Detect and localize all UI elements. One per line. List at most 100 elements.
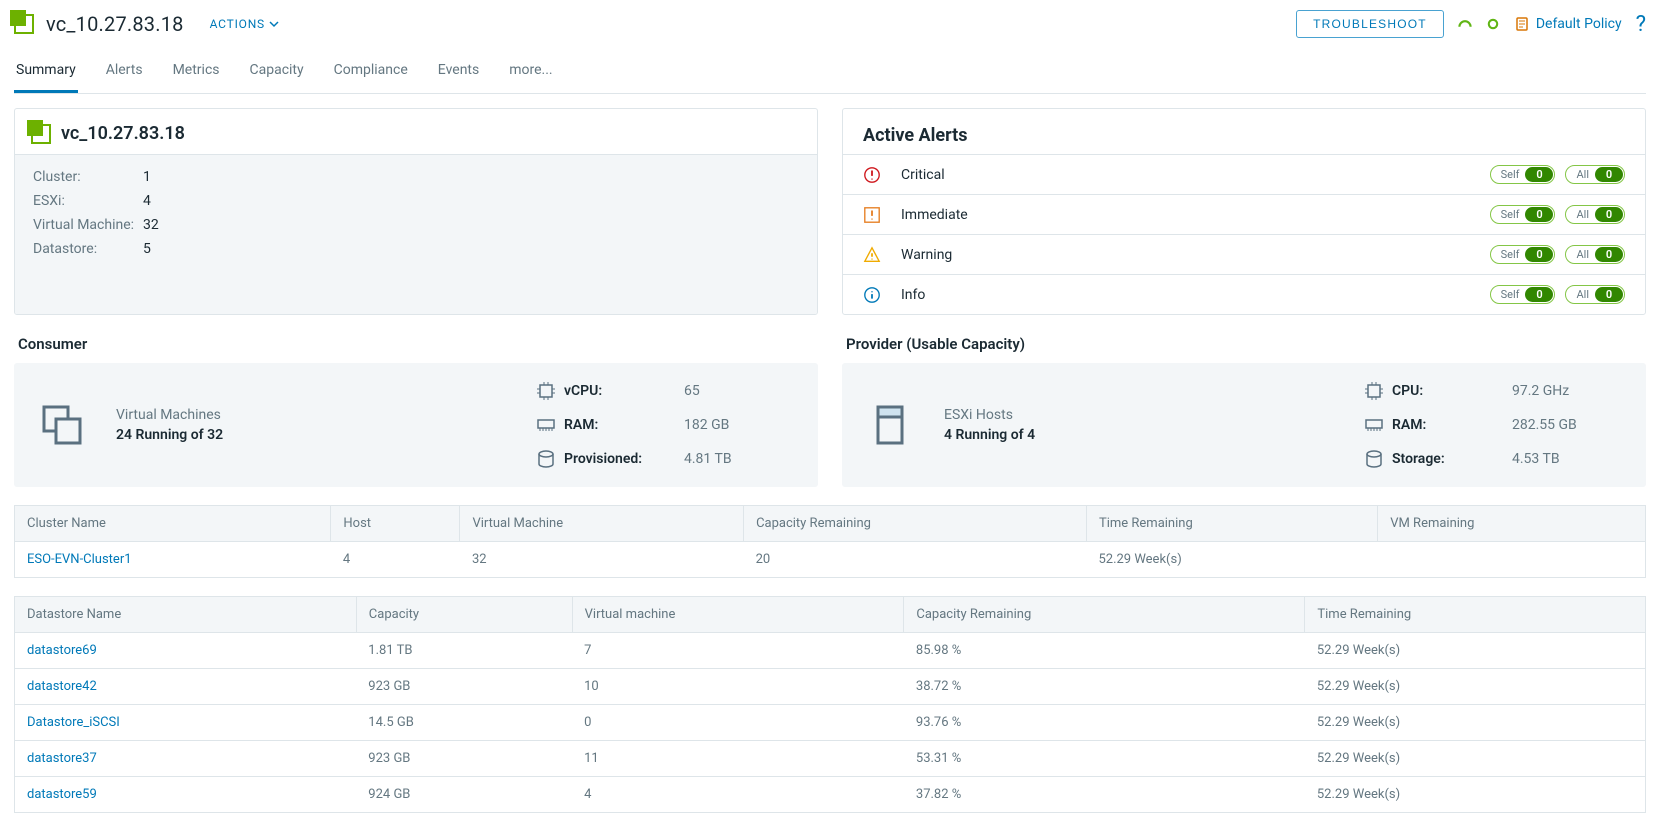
cell: 52.29 Week(s) (1305, 777, 1646, 813)
tab-metrics[interactable]: Metrics (171, 52, 222, 93)
cell: 4 (331, 542, 460, 578)
alert-name: Immediate (901, 207, 968, 223)
cell: 38.72 % (904, 669, 1305, 705)
all-pill[interactable]: All0 (1565, 165, 1625, 184)
tab-bar: Summary Alerts Metrics Capacity Complian… (14, 52, 1646, 94)
consumer-lead-title: Virtual Machines (116, 407, 223, 423)
provider-panel: ESXi Hosts 4 Running of 4 CPU: 97.2 GHz … (842, 363, 1646, 487)
help-icon[interactable]: ? (1636, 12, 1646, 37)
column-header[interactable]: Time Remaining (1086, 506, 1377, 542)
all-pill[interactable]: All0 (1565, 245, 1625, 264)
column-header[interactable]: Virtual Machine (460, 506, 744, 542)
consumer-section: Consumer Virtual Machines 24 Running of … (14, 315, 818, 487)
cell: 4 (572, 777, 904, 813)
cell: 52.29 Week(s) (1305, 669, 1646, 705)
cell: 85.98 % (904, 633, 1305, 669)
cell: 93.76 % (904, 705, 1305, 741)
column-header[interactable]: Host (331, 506, 460, 542)
actions-label: ACTIONS (210, 17, 265, 31)
row-name-cell[interactable]: datastore59 (15, 777, 357, 813)
alert-name: Critical (901, 167, 945, 183)
storage-icon (1364, 449, 1384, 469)
default-policy-link[interactable]: Default Policy (1514, 16, 1622, 32)
provider-title: Provider (Usable Capacity) (846, 335, 1642, 353)
policy-label: Default Policy (1536, 16, 1622, 32)
column-header[interactable]: VM Remaining (1378, 506, 1646, 542)
stat-value: 65 (684, 383, 794, 399)
provider-lead-title: ESXi Hosts (944, 407, 1035, 423)
cell: 53.31 % (904, 741, 1305, 777)
stat-label: vCPU: (564, 383, 684, 399)
column-header[interactable]: Time Remaining (1305, 597, 1646, 633)
all-pill[interactable]: All0 (1565, 205, 1625, 224)
datastores-table: Datastore NameCapacityVirtual machineCap… (14, 596, 1646, 813)
tab-more[interactable]: more... (507, 52, 554, 93)
tab-alerts[interactable]: Alerts (104, 52, 145, 93)
self-pill[interactable]: Self0 (1490, 165, 1556, 184)
tab-compliance[interactable]: Compliance (332, 52, 410, 93)
cell: 52.29 Week(s) (1305, 741, 1646, 777)
tab-events[interactable]: Events (436, 52, 481, 93)
cell: 32 (460, 542, 744, 578)
row-name-cell[interactable]: datastore42 (15, 669, 357, 705)
cell: 0 (572, 705, 904, 741)
alert-row-immediate: Immediate Self0 All0 (843, 194, 1645, 234)
column-header[interactable]: Cluster Name (15, 506, 331, 542)
cell: 52.29 Week(s) (1086, 542, 1377, 578)
self-pill[interactable]: Self0 (1490, 205, 1556, 224)
cell: 52.29 Week(s) (1305, 705, 1646, 741)
vm-icon (38, 401, 86, 449)
column-header[interactable]: Capacity (356, 597, 572, 633)
immediate-icon (863, 206, 881, 224)
status-indicator-2[interactable] (1486, 17, 1500, 31)
column-header[interactable]: Capacity Remaining (744, 506, 1087, 542)
kv-val: 5 (143, 241, 203, 257)
table-row: datastore37923 GB1153.31 %52.29 Week(s) (15, 741, 1646, 777)
host-icon (866, 401, 914, 449)
tab-summary[interactable]: Summary (14, 52, 78, 93)
stat-label: RAM: (1392, 417, 1512, 433)
all-pill[interactable]: All0 (1565, 285, 1625, 304)
cell (1378, 542, 1646, 578)
stat-label: Storage: (1392, 451, 1512, 467)
tab-capacity[interactable]: Capacity (248, 52, 306, 93)
stat-value: 97.2 GHz (1512, 383, 1622, 399)
row-name-cell[interactable]: ESO-EVN-Cluster1 (15, 542, 331, 578)
row-name-cell[interactable]: datastore37 (15, 741, 357, 777)
kv-key: Virtual Machine: (33, 217, 143, 233)
cell: 923 GB (356, 669, 572, 705)
cell: 7 (572, 633, 904, 669)
provider-section: Provider (Usable Capacity) ESXi Hosts 4 … (842, 315, 1646, 487)
column-header[interactable]: Virtual machine (572, 597, 904, 633)
alert-row-warning: Warning Self0 All0 (843, 234, 1645, 274)
stat-value: 4.81 TB (684, 451, 794, 467)
row-name-cell[interactable]: Datastore_iSCSI (15, 705, 357, 741)
cell: 923 GB (356, 741, 572, 777)
stat-value: 4.53 TB (1512, 451, 1622, 467)
active-alerts-card: Active Alerts Critical Self0 All0 Immedi… (842, 108, 1646, 315)
cell: 1.81 TB (356, 633, 572, 669)
column-header[interactable]: Datastore Name (15, 597, 357, 633)
troubleshoot-button[interactable]: TROUBLESHOOT (1296, 10, 1444, 38)
stat-value: 282.55 GB (1512, 417, 1622, 433)
status-indicator-1[interactable] (1458, 17, 1472, 31)
clusters-table: Cluster NameHostVirtual MachineCapacity … (14, 505, 1646, 578)
storage-icon (536, 449, 556, 469)
overview-kv: Cluster:1 ESXi:4 Virtual Machine:32 Data… (33, 169, 799, 257)
alert-name: Info (901, 287, 925, 303)
row-name-cell[interactable]: datastore69 (15, 633, 357, 669)
self-pill[interactable]: Self0 (1490, 245, 1556, 264)
kv-val: 32 (143, 217, 203, 233)
self-pill[interactable]: Self0 (1490, 285, 1556, 304)
cpu-icon (536, 381, 556, 401)
cell: 14.5 GB (356, 705, 572, 741)
stat-value: 182 GB (684, 417, 794, 433)
kv-key: Datastore: (33, 241, 143, 257)
consumer-panel: Virtual Machines 24 Running of 32 vCPU: … (14, 363, 818, 487)
kv-key: Cluster: (33, 169, 143, 185)
cell: 20 (744, 542, 1087, 578)
consumer-lead-sub: 24 Running of 32 (116, 427, 223, 443)
actions-dropdown[interactable]: ACTIONS (210, 17, 279, 31)
cell: 924 GB (356, 777, 572, 813)
column-header[interactable]: Capacity Remaining (904, 597, 1305, 633)
